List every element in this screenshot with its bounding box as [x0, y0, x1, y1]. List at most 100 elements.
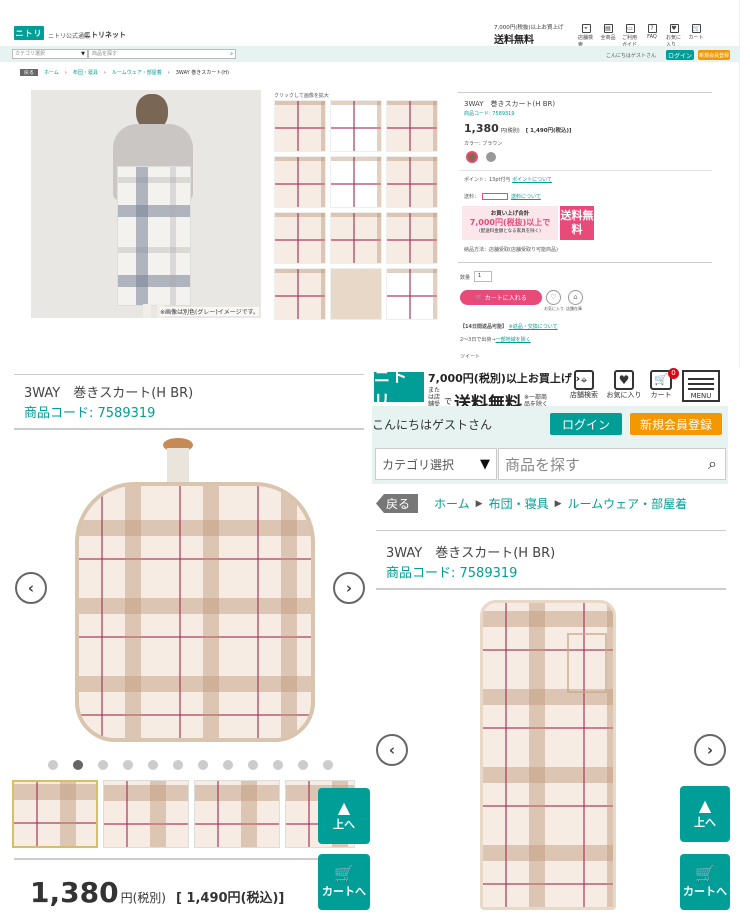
crumb-roomwear[interactable]: ルームウェア・部屋着	[112, 69, 162, 76]
nitori-logo[interactable]: ニトリ	[374, 367, 424, 410]
favorite-icon[interactable]: ♥ お気に入り	[666, 24, 682, 48]
header-icons: ⌖ 店舗検索 ▤ 全商品 ▭ ご利用ガイド ? FAQ ♥ お気に入り 🛒 カート	[578, 24, 704, 48]
store-icon[interactable]: ⌖ 店舗検索	[578, 24, 594, 48]
main-product-image[interactable]	[55, 432, 325, 752]
store-stock-button[interactable]: ⌂	[568, 290, 583, 305]
arrow-up-icon: ▲	[337, 798, 351, 817]
faq-icon[interactable]: ? FAQ	[644, 24, 660, 46]
color-swatch-grey[interactable]	[486, 152, 496, 162]
back-button[interactable]: 戻る	[20, 69, 39, 76]
carousel-dot[interactable]	[223, 760, 233, 770]
free-shipping-badge: 送料無料	[560, 206, 594, 240]
login-button[interactable]: ログイン	[666, 50, 694, 60]
go-to-cart-button[interactable]: 🛒 カートへ	[318, 854, 370, 910]
crumb-bedding[interactable]: 布団・寝具	[73, 69, 98, 76]
store-stock-label: 店舗在庫	[566, 306, 582, 311]
thumbnail[interactable]	[330, 268, 382, 320]
main-product-image[interactable]: ※画像は別色(グレー)イメージです。	[31, 90, 261, 318]
carousel-dot[interactable]	[198, 760, 208, 770]
tweet-link[interactable]: ツイート	[460, 353, 480, 360]
thumbnail[interactable]	[194, 780, 280, 848]
search-icon: ⌕	[708, 454, 717, 473]
register-button[interactable]: 新規会員登録	[698, 50, 730, 60]
crumb-roomwear[interactable]: ルームウェア・部屋着	[568, 495, 688, 512]
carousel-dot[interactable]	[298, 760, 308, 770]
thumbnail[interactable]	[274, 212, 326, 264]
thumbnail[interactable]	[274, 156, 326, 208]
return-info: 【14日間返品可能】 ※返品・交換について	[460, 324, 558, 330]
quantity-input[interactable]: 1	[474, 271, 492, 282]
free-shipping-banner[interactable]: お買い上げ合計 7,000円(税抜)以上で (配送料金額となる家具を除く)	[462, 206, 558, 240]
scroll-top-button[interactable]: ▲ 上へ	[318, 788, 370, 844]
divider	[458, 262, 712, 263]
carousel-prev-button[interactable]: ‹	[376, 734, 408, 766]
carousel-dot[interactable]	[173, 760, 183, 770]
favorite-label: お気に入り	[544, 306, 564, 311]
draped-shawl	[75, 482, 315, 742]
nitori-logo[interactable]: ニトリ	[14, 26, 44, 40]
product-title: 3WAY 巻きスカート(H BR)	[464, 100, 556, 108]
search-input[interactable]: 商品を探す ⌕	[498, 448, 726, 480]
carousel-next-button[interactable]: ›	[333, 572, 365, 604]
color-label: カラー: ブラウン	[464, 141, 503, 147]
thumbnail[interactable]	[386, 100, 438, 152]
menu-button[interactable]: MENU	[682, 370, 720, 402]
carousel-dot[interactable]	[48, 760, 58, 770]
desktop-product-page: ニトリ ニトリ公式通販 ニトリネット 7,000円(税抜)以上お買上げ 送料無料…	[0, 0, 740, 368]
delivery-link[interactable]: 一部地域を除く	[496, 337, 531, 343]
thumbnail[interactable]	[274, 268, 326, 320]
favorite-button[interactable]: ♡	[546, 290, 561, 305]
cart-count-badge: 0	[668, 368, 679, 379]
greeting: こんにちはゲストさん	[606, 53, 657, 59]
thumbnail[interactable]	[386, 156, 438, 208]
crumb-home[interactable]: ホーム	[434, 495, 470, 512]
promo-free-shipping[interactable]: 7,000円(税抜)以上お買上げ 送料無料	[494, 23, 574, 46]
thumbnail[interactable]	[103, 780, 189, 848]
category-select[interactable]: カテゴリ選択 ▼	[12, 49, 88, 59]
carousel-dot-active[interactable]	[73, 760, 83, 770]
promo-free-shipping[interactable]: 7,000円(税別)以上お買上げ › または店舗受取 で 送料無料 ※一部商品を…	[428, 370, 580, 415]
model-leg	[143, 304, 151, 318]
category-select[interactable]: カテゴリ選択 ▼	[375, 448, 497, 480]
back-button[interactable]: 戻る	[376, 494, 419, 513]
thumbnail[interactable]	[386, 212, 438, 264]
carousel-dot[interactable]	[148, 760, 158, 770]
guide-icon[interactable]: ▭ ご利用ガイド	[622, 24, 638, 48]
divider	[14, 374, 364, 375]
carousel-next-button[interactable]: ›	[694, 734, 726, 766]
skirt-pocket	[567, 633, 607, 693]
thumbnail-strip	[12, 780, 355, 848]
point-info: ポイント：13pt付与 ポイントについて	[464, 177, 552, 183]
thumbnail-active[interactable]	[12, 780, 98, 848]
thumbnail[interactable]	[330, 156, 382, 208]
crumb-bedding[interactable]: 布団・寝具	[489, 495, 549, 512]
return-link[interactable]: ※返品・交換について	[509, 324, 558, 330]
carousel-dot[interactable]	[273, 760, 283, 770]
breadcrumb: 戻る ホーム ▶ 布団・寝具 ▶ ルームウェア・部屋着	[376, 494, 687, 513]
point-link[interactable]: ポイントについて	[512, 177, 552, 183]
carousel-prev-button[interactable]: ‹	[15, 572, 47, 604]
search-input[interactable]: 商品を探す ⌕	[88, 49, 236, 59]
carousel-dot[interactable]	[248, 760, 258, 770]
favorite-icon[interactable]: ♥ お気に入り	[607, 370, 642, 400]
add-to-cart-button[interactable]: 🛒 カートに入れる	[460, 290, 542, 305]
register-button[interactable]: 新規会員登録	[630, 413, 722, 435]
carousel-dot[interactable]	[123, 760, 133, 770]
main-product-image[interactable]	[480, 600, 616, 910]
go-to-cart-button[interactable]: 🛒 カートへ	[680, 854, 730, 910]
thumbnail[interactable]	[274, 100, 326, 152]
divider	[458, 92, 712, 93]
thumbnail[interactable]	[330, 100, 382, 152]
carousel-dot[interactable]	[98, 760, 108, 770]
thumbnail[interactable]	[386, 268, 438, 320]
carousel-dot[interactable]	[323, 760, 333, 770]
cart-icon[interactable]: 🛒 カート	[688, 24, 704, 46]
catalog-icon[interactable]: ▤ 全商品	[600, 24, 616, 46]
crumb-home[interactable]: ホーム	[44, 69, 59, 76]
login-button[interactable]: ログイン	[550, 413, 622, 435]
color-swatch-brown[interactable]	[466, 151, 478, 163]
store-search-icon[interactable]: ⌖ 店舗検索	[570, 370, 598, 400]
shipping-link[interactable]: 送料について	[511, 193, 541, 200]
thumbnail[interactable]	[330, 212, 382, 264]
scroll-top-button[interactable]: ▲ 上へ	[680, 786, 730, 842]
